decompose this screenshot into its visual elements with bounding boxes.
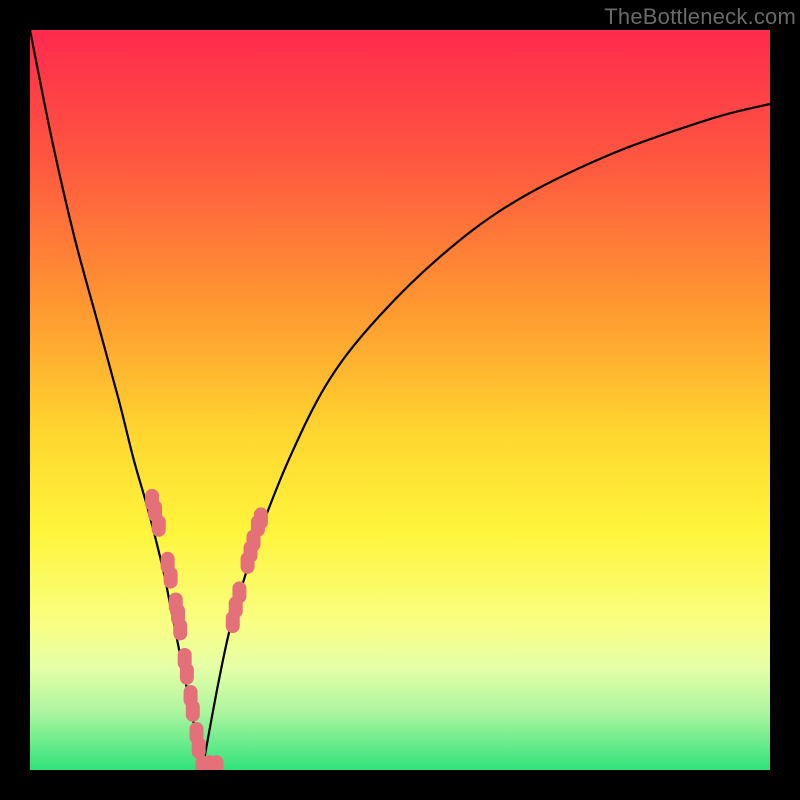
curve-marker xyxy=(232,581,246,603)
curve-marker xyxy=(254,507,268,529)
curve-marker xyxy=(164,567,178,589)
chart-frame: TheBottleneck.com xyxy=(0,0,800,800)
curve-markers xyxy=(145,489,268,770)
curve-right xyxy=(202,104,770,770)
curve-marker xyxy=(180,663,194,685)
curve-marker xyxy=(173,618,187,640)
plot-area xyxy=(30,30,770,770)
curve-marker xyxy=(209,755,223,770)
bottleneck-curve-chart xyxy=(30,30,770,770)
watermark-label: TheBottleneck.com xyxy=(604,4,796,30)
curve-left xyxy=(30,30,202,770)
curve-marker xyxy=(152,515,166,537)
curve-marker xyxy=(186,700,200,722)
